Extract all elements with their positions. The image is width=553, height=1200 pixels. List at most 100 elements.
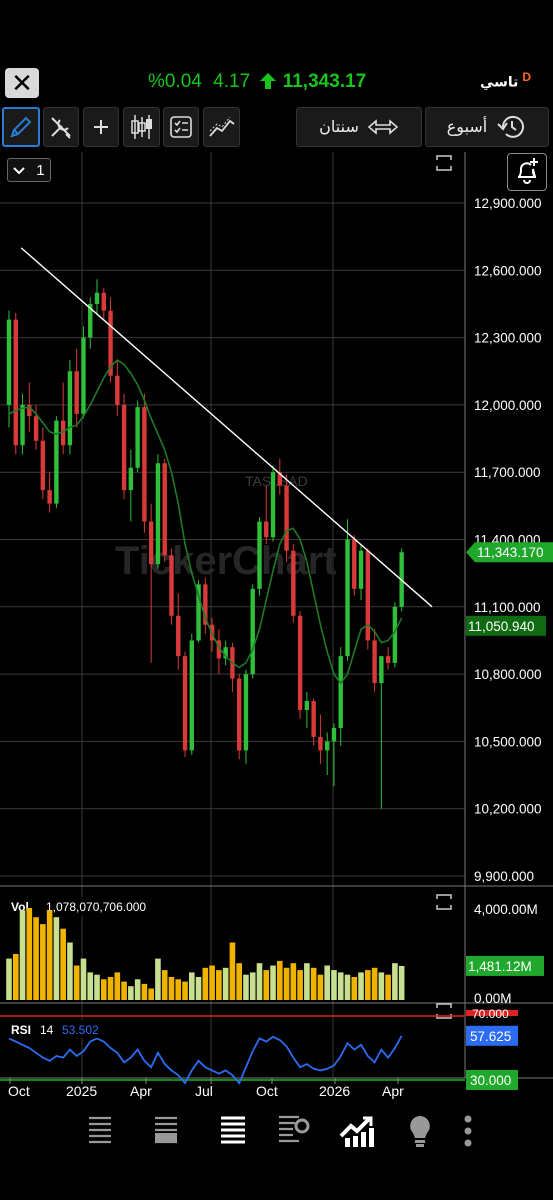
change-percent: %0.04 [148,71,202,92]
candle-down [162,463,167,556]
volume-bar [378,972,385,1000]
candle-down [33,416,39,441]
nav-watchlist[interactable] [80,1110,120,1156]
rsi-value: 53.502 [62,1023,99,1037]
x-tick-label: Oct [256,1083,278,1099]
rsi-last-label: 57.625 [470,1029,511,1044]
period-label: أسبوع [446,119,488,136]
period-selector[interactable]: أسبوع [425,107,549,147]
nav-market[interactable] [146,1110,186,1156]
volume-bar [229,942,236,1000]
volume-bar [344,974,351,1000]
price-tick-label: 10,200.000 [474,802,542,817]
volume-bar [358,972,364,1000]
candle-down [47,490,52,504]
price-tick-label: 10,500.000 [474,734,542,749]
volume-bar [87,972,94,1000]
candle-down [182,656,188,751]
x-tick-label: Jul [195,1083,213,1099]
volume-bar [202,967,209,1000]
indicators-button[interactable] [163,107,199,147]
nav-orders[interactable] [213,1110,253,1156]
tools-button[interactable] [43,107,79,147]
bottom-navigation [0,1110,553,1160]
candle-up [257,521,262,589]
candle-down [291,550,296,616]
volume-tick-label: 4,000.00M [474,902,538,917]
volume-bar [222,967,229,1000]
document-lines-icon [219,1115,247,1152]
rsi-low-label: 30.000 [470,1073,511,1088]
range-selector[interactable]: سنتان [296,107,422,147]
compare-button[interactable] [203,107,240,147]
quote-summary: %0.04 4.17 11,343.17 [148,71,366,93]
volume-bar [6,958,12,1000]
volume-bar [324,965,330,1000]
nav-portfolio[interactable] [273,1110,313,1156]
volume-bar [243,974,249,1000]
candle-up [20,404,25,446]
volume-bar [94,974,100,1000]
nav-charts[interactable] [337,1110,377,1156]
volume-bar [277,960,283,1000]
crosshair-button[interactable] [83,107,119,147]
more-vertical-icon [463,1114,473,1153]
candle-down [74,371,79,414]
volume-bar [392,963,398,1000]
candle-up [6,319,12,405]
volume-bar [60,928,66,1000]
pencil-tool-button[interactable] [2,107,40,147]
volume-bar [351,977,358,1000]
volume-bar [67,942,73,1000]
price-tick-label: 11,700.000 [474,465,541,480]
candle-down [372,640,377,684]
candle-down [352,539,357,589]
volume-bar [365,970,371,1000]
volume-bar [121,981,127,1000]
volume-bar [141,983,148,1000]
price-tick-label: 10,800.000 [474,667,542,682]
scale-value: 1 [36,161,45,179]
price-chart[interactable]: TASI.SAD TickerChart 12,900.000 12,600.000 1… [0,150,553,1100]
candle-down [101,292,106,311]
market-list-icon [153,1115,179,1152]
nav-ideas[interactable] [400,1110,440,1156]
price-tick-label: 12,900.000 [474,196,542,211]
add-alert-button[interactable] [507,153,547,191]
price-tick-label: 9,900.000 [474,869,534,884]
volume-bar [337,972,344,1000]
volume-bar [12,954,19,1000]
expand-panel-icon[interactable] [436,155,452,171]
volume-bar [304,963,310,1000]
candle-up [81,337,86,414]
ticker-symbol[interactable]: تاسي D [480,70,533,91]
ticker-name: تاسي [479,73,519,90]
chart-type-button[interactable] [123,107,160,147]
candle-up [243,674,249,751]
ma-value-label: 11,050.940 [468,619,535,634]
scale-dropdown[interactable]: 1 [7,158,51,182]
candle-down [142,407,147,522]
volume-bar [73,965,80,1000]
nav-more[interactable] [448,1110,488,1156]
last-price-label: 11,343.170 [477,545,544,560]
volume-tick-label: 0.00M [474,991,512,1006]
pencil-icon [8,114,34,140]
chart-area[interactable]: TASI.SAD TickerChart 12,900.000 12,600.000 1… [0,150,553,1100]
chevron-down-icon [13,162,26,179]
chart-screen: ✕ %0.04 4.17 11,343.17 تاسي D سنتان أسبو… [0,0,553,1200]
volume-bar [385,974,391,1000]
rsi-name: RSI [11,1023,31,1037]
candle-up [128,467,134,491]
close-button[interactable]: ✕ [5,68,39,98]
candle-up [67,371,73,446]
rsi-tick-label: 70.000 [472,1007,509,1021]
volume-bar [188,972,195,1000]
expand-panel-icon[interactable] [436,894,452,910]
volume-bar [236,963,242,1000]
candle-down [13,319,18,446]
volume-bar [148,988,154,1000]
volume-bar [53,917,60,1000]
volume-bar [100,979,107,1000]
ticker-flag: D [522,70,531,84]
